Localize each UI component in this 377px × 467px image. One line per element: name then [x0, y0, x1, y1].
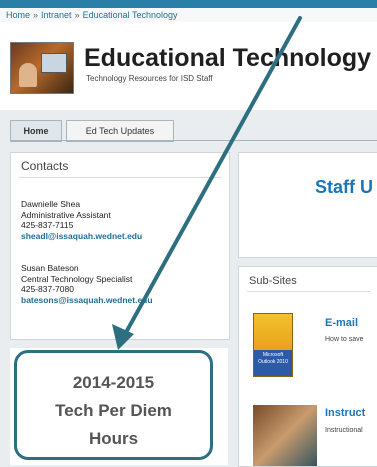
- breadcrumb-separator: »: [74, 10, 80, 20]
- perdiem-title: Tech Per Diem: [55, 401, 172, 420]
- contact-email-link[interactable]: batesons@issaquah.wednet.edu: [21, 295, 153, 306]
- subsite-instruct-desc: Instructional: [325, 427, 363, 434]
- contact-card: Susan Bateson Central Technology Special…: [21, 263, 153, 305]
- perdiem-year: 2014-2015: [72, 373, 155, 392]
- outlook-icon-label: Microsoft Outlook 2010: [254, 350, 292, 376]
- breadcrumb-intranet[interactable]: Intranet: [41, 10, 72, 20]
- contact-name: Dawnielle Shea: [21, 199, 81, 209]
- staff-panel: Staff U: [238, 152, 377, 258]
- perdiem-label: 2014-2015 Tech Per Diem Hours: [17, 369, 210, 453]
- tab-ed-tech-updates[interactable]: Ed Tech Updates: [66, 120, 174, 142]
- staff-link[interactable]: Staff U: [315, 177, 373, 198]
- subsite-instruct-link[interactable]: Instruct: [325, 407, 365, 419]
- contacts-title: Contacts: [21, 159, 69, 173]
- page-title: Educational Technology: [84, 44, 372, 72]
- person-icon: [19, 63, 37, 87]
- breadcrumb-separator: »: [33, 10, 39, 20]
- divider: [19, 177, 221, 178]
- breadcrumb-current[interactable]: Educational Technology: [83, 10, 178, 20]
- classroom-photo-icon[interactable]: [253, 405, 317, 466]
- tab-home[interactable]: Home: [10, 120, 62, 142]
- contact-name: Susan Bateson: [21, 263, 79, 273]
- perdiem-hours-link[interactable]: 2014-2015 Tech Per Diem Hours: [14, 350, 213, 460]
- tab-divider: [10, 140, 377, 141]
- breadcrumb: Home» Intranet» Educational Technology: [0, 8, 377, 22]
- subsite-email-link[interactable]: E-mail: [325, 317, 358, 329]
- subsites-title: Sub-Sites: [249, 275, 297, 287]
- contact-phone: 425-837-7080: [21, 284, 74, 294]
- perdiem-hours: Hours: [88, 429, 139, 448]
- contact-phone: 425-837-7115: [21, 220, 74, 230]
- subsite-email-desc: How to save: [325, 336, 364, 343]
- outlook-icon[interactable]: Microsoft Outlook 2010: [253, 313, 293, 377]
- breadcrumb-home[interactable]: Home: [6, 10, 30, 20]
- page-subtitle: Technology Resources for ISD Staff: [86, 74, 213, 83]
- subsites-panel: Sub-Sites Microsoft Outlook 2010 E-mail …: [238, 266, 377, 467]
- contact-role: Central Technology Specialist: [21, 273, 133, 284]
- divider: [247, 291, 370, 292]
- contact-card: Dawnielle Shea Administrative Assistant …: [21, 199, 142, 241]
- computer-screen-icon: [41, 53, 67, 73]
- contact-role: Administrative Assistant: [21, 209, 111, 220]
- contacts-panel: Contacts Dawnielle Shea Administrative A…: [10, 152, 230, 340]
- contact-email-link[interactable]: sheadl@issaquah.wednet.edu: [21, 231, 142, 242]
- site-logo[interactable]: [10, 42, 74, 94]
